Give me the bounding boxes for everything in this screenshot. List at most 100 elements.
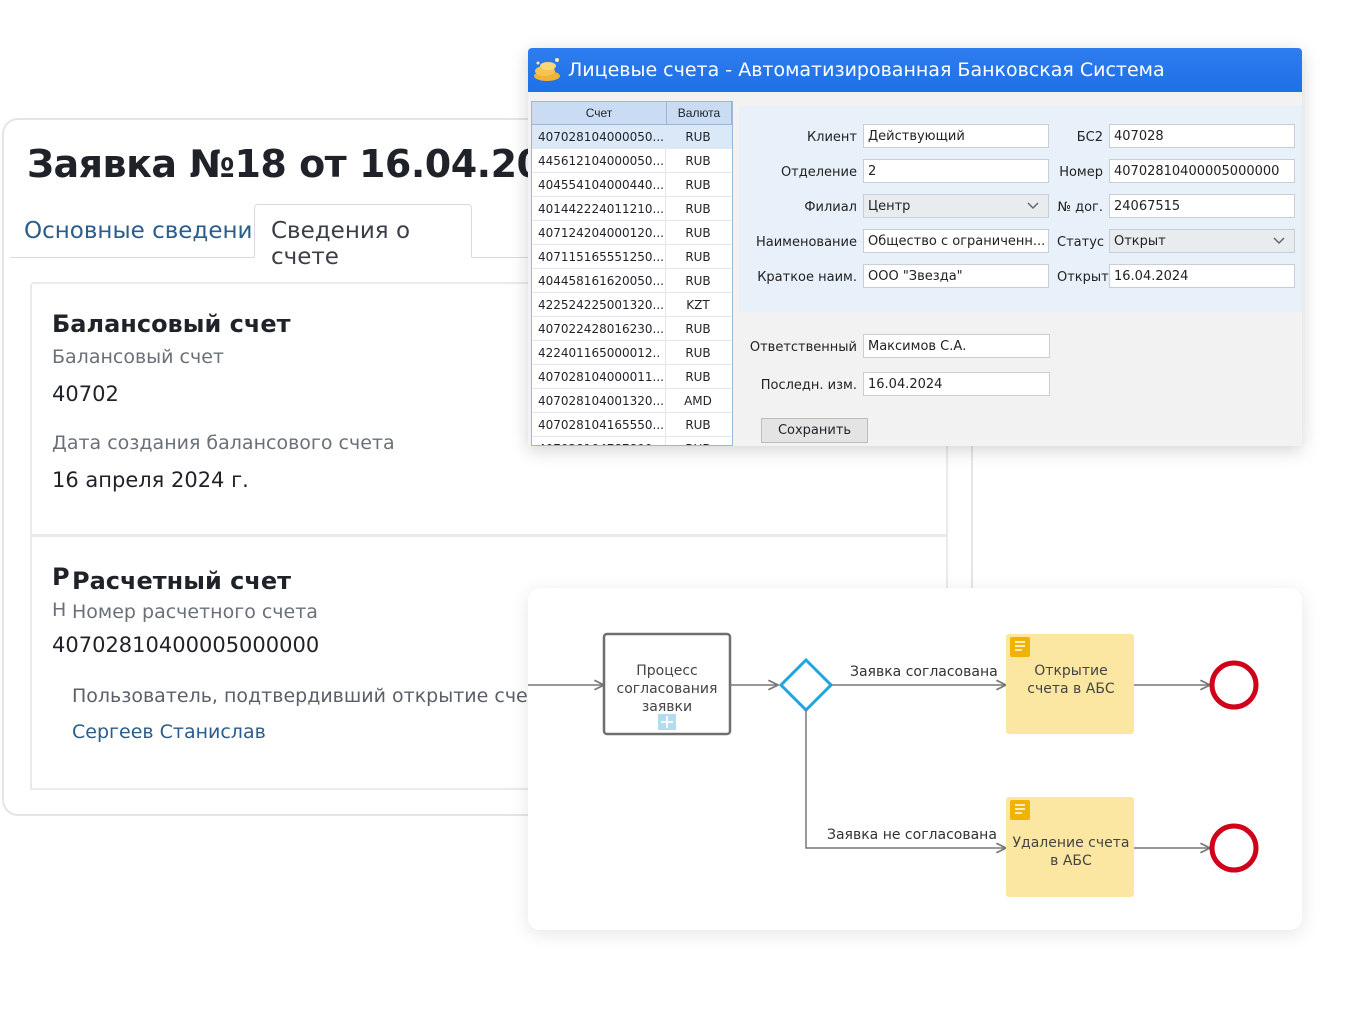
- confirmed-by-label: Пользователь, подтвердивший открытие сче…: [72, 685, 551, 707]
- currency-cell: RUB: [685, 417, 711, 432]
- bs2-field[interactable]: 407028: [1109, 124, 1295, 148]
- balance-date-value: 16 апреля 2024 г.: [52, 468, 249, 492]
- approved-flow-label: Заявка согласована: [850, 664, 998, 680]
- subprocess-label: Процесс согласования заявки: [616, 663, 718, 715]
- table-row[interactable]: 407028104001320... AMD: [532, 389, 732, 413]
- grid-header-currency[interactable]: Валюта: [667, 102, 732, 124]
- grid-body: 407028104000050... RUB 445612104000050... R…: [532, 125, 732, 445]
- currency-cell: RUB: [685, 129, 711, 144]
- settlement-account-label: Номер расчетного счета: [72, 601, 318, 623]
- number-label: Номер: [1059, 165, 1103, 180]
- currency-cell: RUB: [685, 249, 711, 264]
- process-diagram: [528, 632, 1259, 897]
- table-row[interactable]: 407028104000050... RUB: [532, 125, 732, 149]
- contract-field[interactable]: 24067515: [1109, 194, 1295, 218]
- exclusive-gateway[interactable]: [778, 657, 834, 713]
- opened-label: Открыт: [1057, 270, 1109, 285]
- modified-label: Последн. изм.: [760, 378, 857, 393]
- account-cell: 422524225001320...: [532, 293, 666, 316]
- account-cell: 407028104001320...: [532, 389, 666, 412]
- currency-cell: AMD: [684, 393, 712, 408]
- number-field[interactable]: 40702810400005000000: [1109, 159, 1295, 183]
- delete-task-label: Удаление счета в АБС: [1012, 835, 1130, 869]
- account-cell: 404554104000440...: [532, 173, 666, 196]
- accounts-grid: Счет Валюта 407028104000050... RUB 4456121…: [531, 101, 733, 446]
- currency-cell: RUB: [685, 225, 711, 240]
- currency-cell: RUB: [685, 201, 711, 216]
- open-task-label: Открытие счета в АБС: [1027, 663, 1115, 697]
- short-name-field[interactable]: ООО "Звезда": [863, 264, 1049, 288]
- process-diagram-card: Процесс согласования заявки Заявка согла…: [528, 588, 1302, 930]
- filial-select[interactable]: Центр: [863, 194, 1049, 218]
- account-cell: 407124204000120...: [532, 221, 666, 244]
- task-icon: [1010, 637, 1030, 657]
- name-label: Наименование: [755, 235, 857, 250]
- currency-cell: KZT: [686, 297, 710, 312]
- table-row[interactable]: 407028104000011... RUB: [532, 365, 732, 389]
- table-row[interactable]: 407115165551250... RUB: [532, 245, 732, 269]
- account-cell: 407115165551250...: [532, 245, 666, 268]
- confirmed-by-user-link[interactable]: Сергеев Станислав: [72, 721, 266, 743]
- table-row[interactable]: 407124204000120... RUB: [532, 221, 732, 245]
- window-titlebar: Лицевые счета - Автоматизированная Банко…: [528, 48, 1302, 92]
- account-cell: 401442224011210...: [532, 197, 666, 220]
- contract-label: № дог.: [1057, 200, 1103, 215]
- grid-header-account[interactable]: Счет: [532, 102, 667, 124]
- account-cell: 422401165000012..: [532, 341, 666, 364]
- balance-account-value: 40702: [52, 382, 119, 406]
- chevron-down-icon: [1027, 202, 1039, 210]
- currency-cell: RUB: [685, 273, 711, 288]
- balance-date-label: Дата создания балансового счета: [52, 432, 395, 454]
- short-name-label: Краткое наим.: [757, 270, 857, 285]
- settlement-section-title: Расчетный счет: [72, 567, 296, 595]
- balance-section-title: Балансовый счет: [52, 310, 291, 338]
- grid-header: Счет Валюта: [532, 102, 732, 125]
- window-title: Лицевые счета - Автоматизированная Банко…: [568, 59, 1165, 81]
- abs-window: Лицевые счета - Автоматизированная Банко…: [528, 48, 1302, 446]
- account-cell: 445612104000050...: [532, 149, 666, 172]
- filial-select-value: Центр: [868, 199, 911, 214]
- table-row[interactable]: 404458161620050... RUB: [532, 269, 732, 293]
- settlement-account-value: 40702810400005000000: [52, 633, 320, 657]
- balance-account-label: Балансовый счет: [52, 346, 224, 368]
- filial-label: Филиал: [804, 200, 857, 215]
- account-cell: 407028104787890...: [532, 437, 666, 445]
- currency-cell: RUB: [685, 321, 711, 336]
- account-form-main: Клиент Действующий Отделение 2 Филиал Це…: [739, 106, 1302, 312]
- status-select[interactable]: Открыт: [1109, 229, 1295, 253]
- table-row[interactable]: 407022428016230... RUB: [532, 317, 732, 341]
- tab-account-info[interactable]: Сведения о счете: [254, 204, 472, 270]
- table-row[interactable]: 407028104787890...RUB: [532, 437, 732, 445]
- name-field[interactable]: Общество с ограниченн...: [863, 229, 1049, 253]
- account-cell: 407028104000050...: [532, 125, 666, 148]
- client-field[interactable]: Действующий: [863, 124, 1049, 148]
- table-row[interactable]: 445612104000050... RUB: [532, 149, 732, 173]
- modified-field[interactable]: 16.04.2024: [863, 372, 1050, 396]
- status-label: Статус: [1057, 235, 1105, 250]
- tab-main-info[interactable]: Основные сведения: [24, 218, 266, 244]
- chevron-down-icon: [1273, 237, 1285, 245]
- task-icon: [1010, 800, 1030, 820]
- table-row[interactable]: 422524225001320... KZT: [532, 293, 732, 317]
- save-button[interactable]: Сохранить: [761, 418, 868, 443]
- end-event-1[interactable]: [1209, 660, 1259, 710]
- account-cell: 404458161620050...: [532, 269, 666, 292]
- rejected-flow-label: Заявка не согласована: [827, 827, 997, 843]
- branch-field[interactable]: 2: [863, 159, 1049, 183]
- currency-cell: RUB: [685, 345, 711, 360]
- table-row[interactable]: 401442224011210... RUB: [532, 197, 732, 221]
- bs2-label: БС2: [1076, 130, 1103, 145]
- table-row[interactable]: 404554104000440... RUB: [532, 173, 732, 197]
- client-label: Клиент: [806, 130, 857, 145]
- coins-app-icon: [534, 58, 560, 81]
- end-event-2[interactable]: [1209, 823, 1259, 873]
- status-select-value: Открыт: [1114, 234, 1166, 249]
- table-row[interactable]: 422401165000012.. RUB: [532, 341, 732, 365]
- responsible-label: Ответственный: [749, 340, 857, 355]
- account-cell: 407022428016230...: [532, 317, 666, 340]
- opened-field[interactable]: 16.04.2024: [1109, 264, 1295, 288]
- table-row[interactable]: 407028104165550... RUB: [532, 413, 732, 437]
- currency-cell: RUB: [685, 177, 711, 192]
- responsible-field[interactable]: Максимов С.А.: [863, 334, 1050, 358]
- account-cell: 407028104000011...: [532, 365, 666, 388]
